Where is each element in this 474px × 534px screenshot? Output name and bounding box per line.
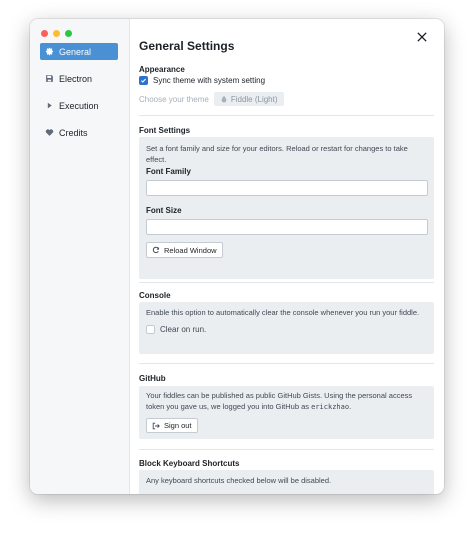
divider — [139, 115, 434, 116]
sidebar-item-credits[interactable]: Credits — [40, 124, 118, 141]
github-period: . — [349, 402, 352, 411]
font-settings-description: Set a font family and size for your edit… — [146, 144, 408, 164]
font-size-input[interactable] — [146, 219, 428, 235]
shortcuts-panel: Any keyboard shortcuts checked below wil… — [139, 470, 434, 494]
sidebar-item-electron[interactable]: Electron — [40, 70, 118, 87]
close-window-button[interactable] — [41, 30, 48, 37]
font-settings-title: Font Settings — [139, 126, 191, 135]
sync-theme-label: Sync theme with system setting — [153, 76, 266, 85]
console-description: Enable this option to automatically clea… — [146, 308, 420, 317]
github-description: Your fiddles can be published as public … — [146, 390, 428, 413]
theme-select-button[interactable]: Fiddle (Light) — [213, 92, 284, 106]
font-family-label: Font Family — [146, 167, 191, 176]
console-panel: Enable this option to automatically clea… — [139, 302, 434, 354]
clear-on-run-checkbox[interactable] — [146, 325, 155, 334]
font-settings-panel: Set a font family and size for your edit… — [139, 137, 434, 279]
console-title: Console — [139, 291, 171, 300]
tint-icon — [221, 95, 227, 103]
theme-select-value: Fiddle (Light) — [230, 94, 278, 104]
clear-on-run-row[interactable]: Clear on run. — [146, 325, 206, 334]
shortcuts-title: Block Keyboard Shortcuts — [139, 459, 240, 468]
heart-icon — [44, 127, 55, 138]
divider — [139, 363, 434, 364]
sidebar-item-label: General — [59, 46, 92, 57]
page-title: General Settings — [139, 39, 235, 53]
play-icon — [44, 100, 55, 111]
divider — [139, 282, 434, 283]
gear-icon — [44, 46, 55, 57]
minimize-window-button[interactable] — [53, 30, 60, 37]
log-out-icon — [152, 422, 160, 429]
theme-row: Choose your theme Fiddle (Light) — [139, 92, 284, 106]
refresh-icon — [152, 246, 160, 254]
font-size-label: Font Size — [146, 206, 182, 215]
settings-content: General Settings Appearance Sync theme w… — [131, 19, 444, 494]
zoom-window-button[interactable] — [65, 30, 72, 37]
sidebar-item-general[interactable]: General — [40, 43, 118, 60]
sidebar-item-label: Credits — [59, 127, 88, 138]
settings-window: General Electron Execution Credits Gener… — [30, 19, 444, 494]
close-button[interactable] — [416, 31, 428, 43]
reload-window-button[interactable]: Reload Window — [146, 242, 223, 258]
font-family-input[interactable] — [146, 180, 428, 196]
github-description-text: Your fiddles can be published as public … — [146, 391, 413, 411]
sidebar-item-label: Execution — [59, 100, 99, 111]
sync-theme-checkbox-row[interactable]: Sync theme with system setting — [139, 76, 265, 85]
divider — [139, 449, 434, 450]
check-icon — [141, 78, 146, 83]
reload-window-label: Reload Window — [164, 245, 217, 255]
github-panel: Your fiddles can be published as public … — [139, 386, 434, 439]
github-username: erickzhao — [311, 403, 350, 411]
sidebar-item-label: Electron — [59, 73, 93, 84]
github-title: GitHub — [139, 374, 166, 383]
close-icon — [417, 32, 427, 42]
floppy-icon — [44, 73, 55, 84]
choose-theme-label: Choose your theme — [139, 94, 209, 104]
sidebar: General Electron Execution Credits — [30, 19, 130, 494]
sidebar-nav: General Electron Execution Credits — [40, 43, 118, 151]
sign-out-button[interactable]: Sign out — [146, 418, 198, 433]
sidebar-item-execution[interactable]: Execution — [40, 97, 118, 114]
sync-theme-checkbox[interactable] — [139, 76, 148, 85]
shortcuts-description: Any keyboard shortcuts checked below wil… — [146, 476, 332, 485]
clear-on-run-label: Clear on run. — [160, 325, 207, 334]
appearance-title: Appearance — [139, 65, 185, 74]
sign-out-label: Sign out — [164, 421, 192, 430]
window-controls — [41, 30, 72, 37]
